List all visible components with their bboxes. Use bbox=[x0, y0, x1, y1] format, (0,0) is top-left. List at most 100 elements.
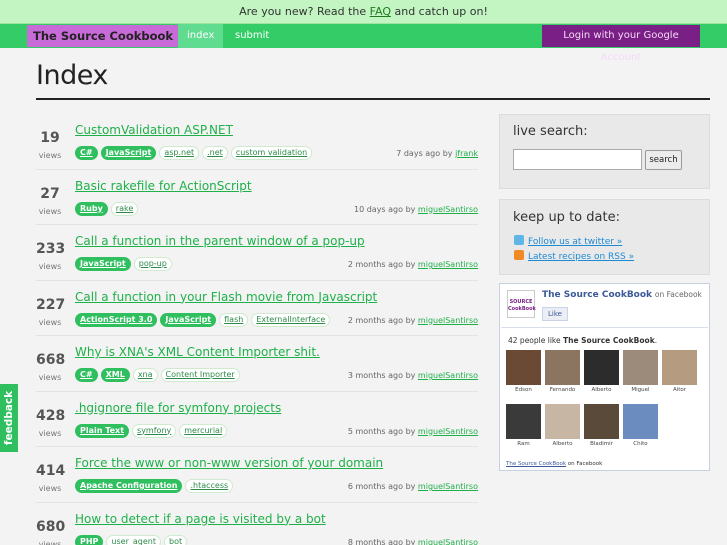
recipe-title-link[interactable]: CustomValidation ASP.NET bbox=[75, 123, 233, 137]
tag[interactable]: pop-up bbox=[133, 257, 172, 271]
tag-list: JavaScript pop-up bbox=[75, 257, 172, 271]
feedback-tab[interactable]: feedback bbox=[0, 384, 18, 452]
tag[interactable]: xna bbox=[132, 368, 158, 382]
views-label: views bbox=[38, 373, 62, 382]
facebook-fan[interactable]: Bladimir bbox=[584, 404, 619, 447]
tag[interactable]: Ruby bbox=[75, 201, 108, 216]
author-link[interactable]: miguelSantirso bbox=[418, 427, 478, 436]
tag[interactable]: C# bbox=[75, 146, 98, 160]
tag[interactable]: C# bbox=[75, 368, 98, 382]
tag[interactable]: ExternalInterface bbox=[251, 312, 331, 327]
view-count: 414 bbox=[36, 463, 66, 479]
recipe-row: 428 views .hgignore file for symfony proje… bbox=[36, 392, 478, 447]
tag[interactable]: JavaScript bbox=[100, 146, 157, 160]
tag[interactable]: .net bbox=[202, 146, 228, 160]
fan-avatar bbox=[584, 350, 619, 385]
banner-text: Are you new? Read the bbox=[239, 5, 370, 18]
recipe-title-link[interactable]: Force the www or non-www version of your… bbox=[75, 456, 383, 470]
facebook-on: on Facebook bbox=[654, 290, 702, 299]
twitter-link-label: Follow us at twitter » bbox=[528, 237, 623, 247]
search-button[interactable]: search bbox=[645, 150, 682, 170]
view-count: 27 bbox=[40, 185, 60, 202]
view-count: 668 bbox=[36, 352, 66, 368]
tag[interactable]: Apache Configuration bbox=[75, 479, 183, 493]
recipe-time: 5 months ago bbox=[347, 426, 404, 436]
fan-name: Fernando bbox=[549, 387, 576, 393]
view-count: 680 bbox=[36, 518, 66, 535]
facebook-fan[interactable]: Miguel bbox=[623, 350, 658, 393]
tag-list: ActionScript 3.0 JavaScript flash ExternalI… bbox=[75, 312, 331, 327]
author-link[interactable]: miguelSantirso bbox=[418, 371, 478, 380]
fan-name: Ram bbox=[517, 441, 530, 447]
recipe-title-link[interactable]: .hgignore file for symfony projects bbox=[75, 401, 281, 415]
recipe-title-link[interactable]: Basic rakefile for ActionScript bbox=[75, 179, 252, 193]
recipe-by: by bbox=[442, 149, 453, 158]
tag[interactable]: ActionScript 3.0 bbox=[75, 312, 158, 327]
recipe-time: 3 months ago bbox=[347, 371, 404, 380]
search-input[interactable] bbox=[513, 149, 642, 170]
site-logo[interactable]: The Source Cookbook bbox=[27, 25, 180, 47]
author-link[interactable]: jfrank bbox=[455, 149, 478, 158]
recipe-by: by bbox=[405, 260, 416, 269]
tag[interactable]: JavaScript bbox=[160, 312, 217, 327]
tag[interactable]: user_agent bbox=[106, 534, 161, 545]
tag[interactable]: asp.net bbox=[159, 146, 200, 160]
tag[interactable]: flash bbox=[219, 312, 249, 327]
fan-name: Chito bbox=[633, 441, 648, 447]
tag[interactable]: custom validation bbox=[230, 146, 313, 160]
tag[interactable]: mercurial bbox=[179, 423, 228, 438]
feedback-label: feedback bbox=[3, 390, 15, 446]
tag[interactable]: XML bbox=[100, 368, 130, 382]
tag[interactable]: rake bbox=[110, 201, 139, 216]
recipe-meta: 3 months ago by miguelSantirso bbox=[348, 371, 478, 380]
recipe-title-link[interactable]: How to detect if a page is visited by a … bbox=[75, 512, 326, 526]
recipe-meta: 8 months ago by miguelSantirso bbox=[348, 538, 478, 545]
facebook-fan[interactable]: Ram bbox=[506, 404, 541, 447]
facebook-like-button[interactable]: Like bbox=[542, 307, 568, 321]
facebook-footer-link[interactable]: The Source CookBook bbox=[506, 461, 566, 467]
rss-link[interactable]: Latest recipes on RSS » bbox=[514, 250, 634, 262]
facebook-likebox: SOURCE CookBook The Source CookBook on F… bbox=[499, 283, 710, 471]
tab-submit[interactable]: submit bbox=[226, 24, 278, 48]
view-count: 227 bbox=[36, 296, 66, 313]
recipe-by: by bbox=[405, 537, 416, 545]
facebook-fan[interactable]: Alberto bbox=[545, 404, 580, 447]
tag[interactable]: Plain Text bbox=[75, 423, 130, 438]
recipe-row: 27 views Basic rakefile for ActionScript Ru… bbox=[36, 170, 478, 225]
recipe-title-link[interactable]: Call a function in your Flash movie from… bbox=[75, 290, 377, 304]
facebook-page-logo[interactable]: SOURCE CookBook bbox=[507, 290, 536, 318]
fan-avatar bbox=[623, 404, 658, 439]
author-link[interactable]: miguelSantirso bbox=[418, 316, 478, 325]
views-label: views bbox=[38, 151, 62, 160]
recipe-by: by bbox=[405, 204, 416, 214]
twitter-link[interactable]: Follow us at twitter » bbox=[514, 235, 622, 247]
facebook-fan[interactable]: Alberto bbox=[584, 350, 619, 393]
recipe-meta: 6 months ago by miguelSantirso bbox=[348, 482, 478, 491]
fan-avatar bbox=[545, 350, 580, 385]
recipe-meta: 10 days ago by miguelSantirso bbox=[354, 205, 478, 214]
facebook-page-name[interactable]: The Source CookBook bbox=[542, 290, 652, 300]
facebook-fan[interactable]: Fernando bbox=[545, 350, 580, 393]
tag[interactable]: symfony bbox=[132, 423, 177, 438]
views-label: views bbox=[38, 484, 62, 493]
facebook-fan[interactable]: Edson bbox=[506, 350, 541, 393]
author-link[interactable]: miguelSantirso bbox=[418, 205, 478, 214]
recipe-time: 2 months ago bbox=[347, 315, 404, 325]
tag[interactable]: PHP bbox=[75, 534, 104, 545]
facebook-fan[interactable]: Chito bbox=[623, 404, 658, 447]
recipe-title-link[interactable]: Call a function in the parent window of … bbox=[75, 234, 365, 248]
tab-index[interactable]: index bbox=[178, 24, 224, 48]
author-link[interactable]: miguelSantirso bbox=[418, 260, 478, 269]
author-link[interactable]: miguelSantirso bbox=[418, 482, 478, 491]
view-count: 19 bbox=[40, 130, 60, 146]
tag[interactable]: bot bbox=[163, 534, 188, 545]
tag[interactable]: .htaccess bbox=[185, 479, 234, 493]
faq-link[interactable]: FAQ bbox=[370, 5, 391, 18]
fan-name: Alberto bbox=[552, 441, 573, 447]
login-google-button[interactable]: Login with your Google Account bbox=[542, 25, 700, 63]
tag[interactable]: Content Importer bbox=[160, 368, 240, 382]
facebook-fan[interactable]: Aitor bbox=[662, 350, 697, 393]
recipe-title-link[interactable]: Why is XNA's XML Content Importer shit. bbox=[75, 345, 320, 359]
author-link[interactable]: miguelSantirso bbox=[418, 538, 478, 545]
tag[interactable]: JavaScript bbox=[75, 257, 131, 271]
